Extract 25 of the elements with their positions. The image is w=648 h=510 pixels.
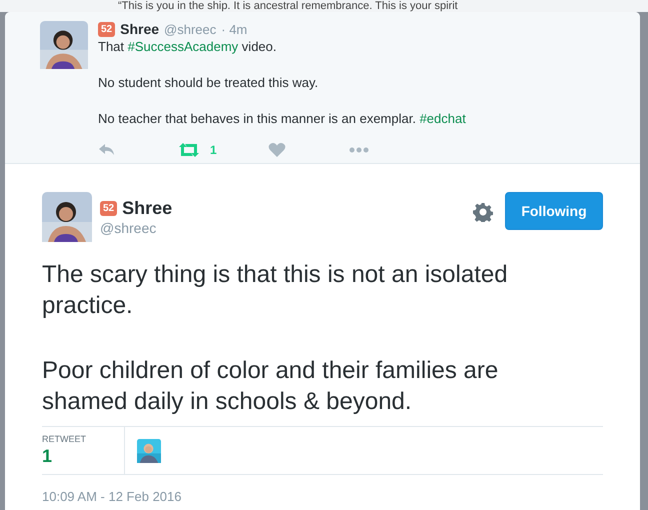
- retweet-count: 1: [210, 143, 217, 157]
- user-handle: @shreec: [164, 22, 216, 36]
- tweet-time[interactable]: · 4m: [221, 22, 248, 36]
- count-badge: 52: [100, 201, 118, 216]
- tweet-text: No teacher that behaves in this manner is an exemplar. #edchat: [98, 110, 466, 128]
- hashtag-link[interactable]: #SuccessAcademy: [128, 39, 238, 54]
- tweet-text: “This is you in the ship. It is ancestral remembrance. This is your spirit: [118, 0, 458, 12]
- avatar[interactable]: [42, 192, 92, 242]
- stat-label: RETWEET: [42, 434, 87, 444]
- avatar[interactable]: [40, 21, 88, 69]
- count-badge: 52: [98, 22, 116, 36]
- user-handle[interactable]: @shreec: [100, 220, 172, 236]
- settings-icon[interactable]: [473, 202, 493, 222]
- user-name[interactable]: Shree: [120, 21, 160, 37]
- tweet-text: The scary thing is that this is not an isolated practice.: [42, 260, 509, 321]
- tweet-text: That #SuccessAcademy video.: [98, 38, 278, 56]
- following-button[interactable]: Following: [505, 192, 603, 230]
- retweet-count[interactable]: 1: [42, 446, 124, 467]
- heart-icon[interactable]: [268, 142, 286, 158]
- tweet-text: No student should be treated this way.: [98, 74, 320, 92]
- hashtag-link[interactable]: #edchat: [420, 111, 466, 126]
- user-name[interactable]: Shree: [122, 198, 172, 219]
- tweet-text: Poor children of color and their families are shamed daily in schools & beyond.: [42, 356, 500, 417]
- retweet-icon[interactable]: [178, 142, 200, 158]
- tweet-timestamp: 10:09 AM - 12 Feb 2016: [42, 489, 182, 504]
